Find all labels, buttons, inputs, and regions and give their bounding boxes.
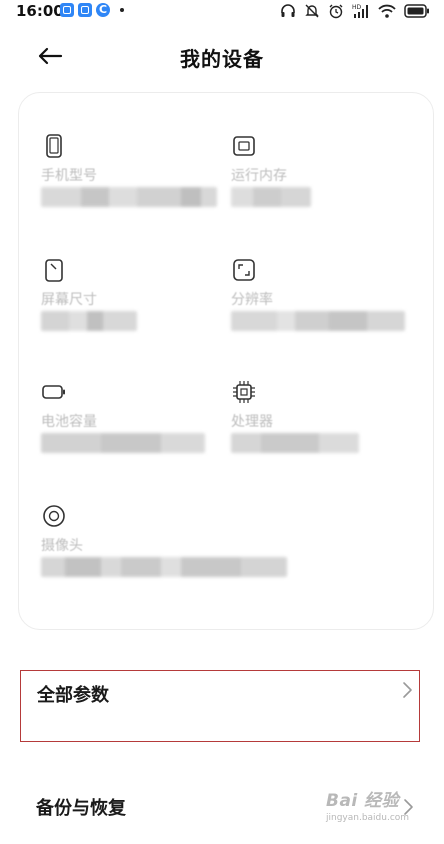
baidu-jingyan-watermark: Bai 经验 jingyan.baidu.com: [326, 786, 438, 836]
svg-text:HD: HD: [352, 4, 362, 11]
app-header: 我的设备: [0, 30, 444, 82]
battery-icon: [42, 385, 65, 399]
device-info-card: 手机型号 运行内存 屏幕尺寸 分辨率 电池容量 处理器 摄像头: [18, 92, 434, 630]
headphones-icon: [281, 4, 295, 17]
spec-value-redacted: [41, 433, 205, 453]
all-parameters-label: 全部参数: [37, 685, 109, 706]
battery-status-icon: [404, 4, 429, 18]
alarm-clock-icon: [329, 4, 343, 19]
spec-camera[interactable]: 摄像头: [41, 503, 287, 577]
screen-size-icon: [45, 259, 63, 282]
resolution-icon: [233, 259, 255, 281]
spec-processor[interactable]: 处理器: [231, 379, 359, 453]
spec-phone-model[interactable]: 手机型号: [41, 133, 217, 207]
chevron-right-icon: [403, 682, 412, 698]
notification-icons: C: [60, 3, 124, 17]
cellular-signal-icon: HD: [352, 4, 368, 18]
spec-label: 手机型号: [41, 168, 97, 184]
spec-screen-size[interactable]: 屏幕尺寸: [41, 257, 137, 331]
page-title: 我的设备: [180, 47, 264, 71]
silent-bell-icon: [305, 4, 319, 18]
spec-value-redacted: [231, 187, 311, 207]
wifi-icon: [378, 4, 396, 18]
spec-value-redacted: [41, 311, 137, 331]
all-parameters-row[interactable]: 全部参数: [20, 670, 420, 742]
spec-value-redacted: [41, 557, 287, 577]
processor-icon: [233, 381, 255, 403]
spec-battery[interactable]: 电池容量: [41, 379, 205, 453]
app-notification-icon: [60, 3, 74, 17]
spec-label: 分辨率: [231, 292, 273, 308]
spec-value-redacted: [231, 311, 405, 331]
phone-icon: [46, 134, 62, 158]
spec-label: 屏幕尺寸: [41, 292, 97, 308]
spec-label: 电池容量: [41, 414, 97, 430]
watermark-url: jingyan.baidu.com: [326, 813, 410, 823]
memory-chip-icon: [233, 136, 255, 156]
app-notification-icon: [78, 3, 92, 17]
watermark-logo: Bai 经验: [326, 791, 400, 811]
spec-label: 运行内存: [231, 168, 287, 184]
spec-label: 摄像头: [41, 538, 83, 554]
status-time: 16:00: [16, 2, 64, 20]
backup-restore-label: 备份与恢复: [36, 798, 126, 819]
spec-value-redacted: [41, 187, 217, 207]
camera-icon: [43, 505, 65, 527]
spec-ram[interactable]: 运行内存: [231, 133, 311, 207]
spec-resolution[interactable]: 分辨率: [231, 257, 405, 331]
more-notifications-dot-icon: [120, 8, 124, 12]
status-bar: 16:00 C HD: [0, 0, 444, 24]
spec-value-redacted: [231, 433, 359, 453]
spec-label: 处理器: [231, 414, 273, 430]
app-c-notification-icon: C: [96, 3, 110, 17]
status-indicators: HD: [280, 3, 430, 19]
